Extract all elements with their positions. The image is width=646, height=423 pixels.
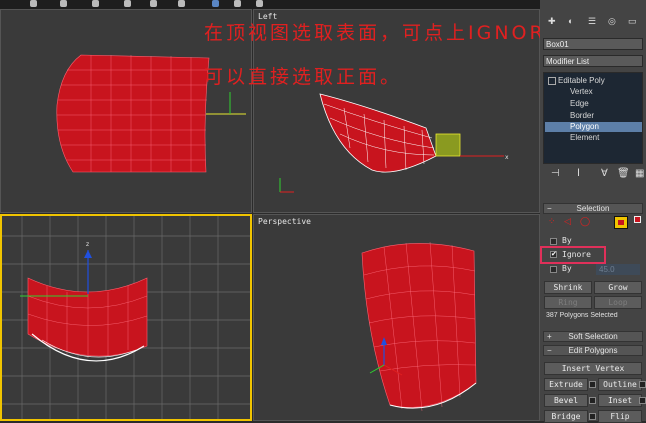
- stack-item-vertex[interactable]: Vertex: [570, 87, 593, 96]
- panel-tabs: ✚ ◐ ☰ ◎ ▭: [544, 16, 642, 28]
- selection-rollout-header[interactable]: − Selection: [543, 203, 643, 214]
- selection-rollout-title: Selection: [576, 204, 610, 213]
- make-unique-icon[interactable]: ∀: [601, 168, 608, 179]
- modify-tab-icon[interactable]: ◐: [568, 16, 573, 26]
- bevel-button[interactable]: Bevel: [544, 394, 588, 407]
- stack-root-label: Editable Poly: [558, 76, 605, 85]
- inset-settings-icon[interactable]: [639, 397, 646, 404]
- viewport-label: Perspective: [258, 217, 311, 226]
- angle-spinner[interactable]: 45.0: [596, 264, 640, 275]
- by-angle-label: By: [562, 264, 572, 273]
- insert-vertex-button[interactable]: Insert Vertex: [544, 362, 642, 375]
- scale-tool-icon[interactable]: [256, 0, 263, 7]
- viewport-perspective[interactable]: Perspective: [253, 214, 540, 421]
- pin-stack-icon[interactable]: ⊣: [551, 168, 560, 179]
- by-vertex-checkbox[interactable]: [550, 238, 557, 245]
- soft-selection-rollout-header[interactable]: + Soft Selection: [543, 331, 643, 342]
- tool-icon[interactable]: [124, 0, 131, 7]
- stack-root-editable-poly[interactable]: Editable Poly: [548, 76, 605, 85]
- loop-button[interactable]: Loop: [594, 296, 642, 309]
- remove-modifier-icon[interactable]: 🗑: [617, 168, 630, 179]
- collapse-icon: −: [547, 346, 552, 355]
- stack-item-polygon[interactable]: Polygon: [570, 122, 599, 131]
- polygon-level-swatch: [618, 220, 624, 225]
- outline-settings-icon[interactable]: [639, 381, 646, 388]
- front-view-mesh: z: [2, 216, 250, 419]
- selection-status: 387 Polygons Selected: [546, 312, 618, 319]
- extrude-button[interactable]: Extrude: [544, 378, 588, 391]
- bevel-settings-icon[interactable]: [589, 397, 596, 404]
- viewport-front[interactable]: z: [0, 214, 252, 421]
- outline-button[interactable]: Outline: [598, 378, 642, 391]
- create-tab-icon[interactable]: ✚: [548, 16, 556, 27]
- modifier-stack: Editable Poly Vertex Edge Border Polygon…: [543, 72, 643, 164]
- element-level-icon[interactable]: [634, 216, 641, 223]
- by-angle-checkbox[interactable]: [550, 266, 557, 273]
- tool-icon[interactable]: [30, 0, 37, 7]
- ignore-highlight-box: [540, 246, 606, 264]
- extrude-settings-icon[interactable]: [589, 381, 596, 388]
- grow-button[interactable]: Grow: [594, 281, 642, 294]
- modifier-list-dropdown[interactable]: Modifier List: [543, 55, 643, 67]
- soft-selection-title: Soft Selection: [568, 332, 618, 341]
- inset-button[interactable]: Inset: [598, 394, 642, 407]
- tool-icon[interactable]: [92, 0, 99, 7]
- svg-text:x: x: [505, 154, 509, 161]
- collapse-icon: −: [547, 204, 552, 213]
- tool-icon[interactable]: [60, 0, 67, 7]
- annotation-line-1: 在顶视图选取表面，可点上IGNORE，: [204, 22, 583, 44]
- stack-item-element[interactable]: Element: [570, 133, 599, 142]
- stack-item-edge[interactable]: Edge: [570, 99, 589, 108]
- annotation-line-2: 可以直接选取正面。: [204, 66, 403, 88]
- main-toolbar: [0, 0, 540, 9]
- expand-icon: +: [547, 332, 552, 341]
- subobject-level-icons: ⁘ ◁ ◯: [546, 216, 642, 230]
- display-tab-icon[interactable]: ▭: [628, 16, 637, 27]
- object-name-field[interactable]: Box01: [543, 38, 643, 50]
- motion-tab-icon[interactable]: ◎: [608, 16, 616, 27]
- stack-item-border[interactable]: Border: [570, 111, 594, 120]
- expand-icon: [548, 76, 556, 85]
- shrink-button[interactable]: Shrink: [544, 281, 592, 294]
- select-tool-icon[interactable]: [212, 0, 219, 7]
- polygon-level-icon[interactable]: [614, 216, 628, 229]
- rotate-tool-icon[interactable]: [234, 0, 241, 7]
- tool-icon[interactable]: [178, 0, 185, 7]
- border-level-icon[interactable]: ◯: [580, 216, 590, 227]
- stack-tools: ⊣ Ⅰ ∀ 🗑 ▦: [543, 168, 644, 182]
- flip-button[interactable]: Flip: [598, 410, 642, 423]
- tool-icon[interactable]: [150, 0, 157, 7]
- hierarchy-tab-icon[interactable]: ☰: [588, 16, 596, 27]
- ring-button[interactable]: Ring: [544, 296, 592, 309]
- command-panel: ✚ ◐ ☰ ◎ ▭ Box01 Modifier List Editable P…: [540, 0, 646, 423]
- bridge-settings-icon[interactable]: [589, 413, 596, 420]
- configure-sets-icon[interactable]: ▦: [635, 168, 644, 179]
- by-vertex-label: By: [562, 236, 572, 245]
- vertex-level-icon[interactable]: ⁘: [548, 216, 556, 227]
- svg-text:z: z: [86, 241, 89, 248]
- edit-polygons-rollout-header[interactable]: − Edit Polygons: [543, 345, 643, 356]
- bridge-button[interactable]: Bridge: [544, 410, 588, 423]
- edit-polygons-title: Edit Polygons: [568, 346, 618, 355]
- perspective-view-mesh: [361, 241, 477, 412]
- show-end-result-icon[interactable]: Ⅰ: [577, 168, 580, 179]
- edge-level-icon[interactable]: ◁: [564, 216, 571, 227]
